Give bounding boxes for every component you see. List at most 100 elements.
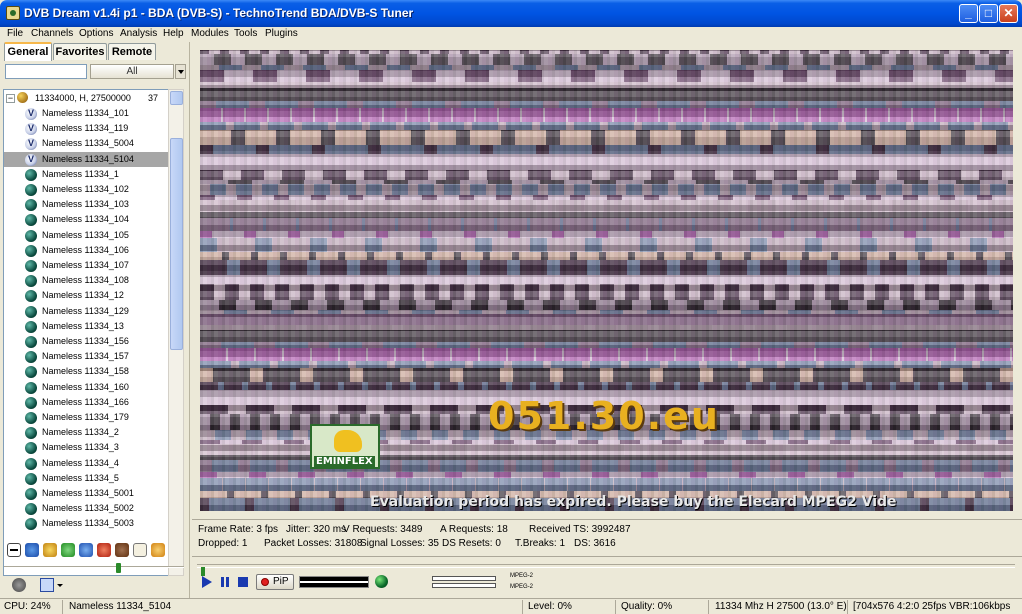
channel-list-item[interactable]: Nameless 11334_157: [4, 349, 170, 364]
seek-slider[interactable]: [197, 564, 1015, 576]
video-artifact-band: [200, 252, 1013, 260]
channel-list-item[interactable]: Nameless 11334_129: [4, 304, 170, 319]
channel-label: Nameless 11334_105: [42, 229, 129, 240]
status-quality: Quality: 0%: [621, 601, 673, 612]
menu-modules[interactable]: Modules: [191, 28, 229, 39]
scroll-thumb[interactable]: [170, 138, 183, 350]
menu-channels[interactable]: Channels: [31, 28, 73, 39]
menu-tools[interactable]: Tools: [234, 28, 257, 39]
globe-icon[interactable]: [375, 575, 388, 588]
video-artifact-band: [200, 472, 1013, 478]
channel-list-item[interactable]: Nameless 11334_160: [4, 380, 170, 395]
info-icon[interactable]: [25, 543, 39, 557]
video-artifact-band: [200, 108, 1013, 122]
channel-list-item[interactable]: Nameless 11334_107: [4, 258, 170, 273]
video-frame[interactable]: EMINFLEX 051.30.eu Evaluation period has…: [200, 50, 1013, 511]
tab-general[interactable]: General: [4, 42, 52, 61]
collapse-icon[interactable]: −: [6, 94, 15, 103]
chevron-down-icon[interactable]: [175, 64, 186, 79]
volume-slider[interactable]: [299, 576, 369, 588]
channel-list-item[interactable]: Nameless 11334_1: [4, 167, 170, 182]
channel-list-item[interactable]: Nameless 11334_5003: [4, 516, 170, 531]
channel-list-item[interactable]: Nameless 11334_119: [4, 121, 170, 136]
channel-list-item[interactable]: Nameless 11334_4: [4, 456, 170, 471]
channel-list-item[interactable]: Nameless 11334_5004: [4, 136, 170, 151]
tab-favorites[interactable]: Favorites: [53, 43, 107, 60]
channel-search-input[interactable]: [5, 64, 87, 79]
channel-list-item[interactable]: Nameless 11334_179: [4, 410, 170, 425]
tv-channel-icon: [25, 381, 37, 394]
stat-t-breaks: T.Breaks: 1: [515, 538, 566, 549]
tv-channel-icon: [25, 199, 37, 212]
elephant-logo-icon: [334, 430, 362, 452]
channel-list-item[interactable]: Nameless 11334_105: [4, 228, 170, 243]
speaker-icon[interactable]: [12, 578, 26, 592]
tv-channel-icon: [25, 351, 37, 364]
channel-list-item[interactable]: Nameless 11334_5002: [4, 501, 170, 516]
channel-list-item[interactable]: Nameless 11334_3: [4, 440, 170, 455]
video-area[interactable]: EMINFLEX 051.30.eu Evaluation period has…: [192, 42, 1022, 516]
play-icon[interactable]: [200, 575, 214, 589]
video-artifact-band: [200, 130, 1013, 145]
transponder-node[interactable]: − 11334000, H, 27500000 37: [4, 91, 170, 105]
channel-list-item[interactable]: Nameless 11334_5001: [4, 486, 170, 501]
scroll-up-icon[interactable]: [170, 91, 183, 105]
screen-icon[interactable]: [40, 578, 54, 592]
tv-channel-icon: [25, 290, 37, 303]
channel-list-item[interactable]: Nameless 11334_106: [4, 243, 170, 258]
epg-icon[interactable]: [115, 543, 129, 557]
menu-analysis[interactable]: Analysis: [120, 28, 157, 39]
folder-icon[interactable]: [151, 543, 165, 557]
slider-thumb[interactable]: [116, 563, 121, 573]
channel-list-item[interactable]: Nameless 11334_103: [4, 197, 170, 212]
close-button[interactable]: ✕: [999, 4, 1018, 23]
channel-label: Nameless 11334_101: [42, 108, 129, 118]
pause-icon[interactable]: [218, 575, 232, 589]
channel-count: 37: [148, 93, 159, 103]
channel-list-item[interactable]: Nameless 11334_5104: [4, 151, 170, 167]
stat-frame-rate: Frame Rate: 3 fps: [198, 524, 279, 535]
channel-list-item[interactable]: Nameless 11334_158: [4, 364, 170, 379]
menu-options[interactable]: Options: [79, 28, 113, 39]
channel-label: Nameless 11334_3: [42, 442, 119, 453]
favorite-icon[interactable]: [43, 543, 57, 557]
channel-list-item[interactable]: Nameless 11334_2: [4, 425, 170, 440]
channel-list-item[interactable]: Nameless 11334_166: [4, 395, 170, 410]
audio-codec-label: MPEG-2: [510, 584, 534, 590]
app-icon[interactable]: [6, 6, 20, 20]
channel-list-item[interactable]: Nameless 11334_13: [4, 319, 170, 334]
channel-list-item[interactable]: Nameless 11334_12: [4, 288, 170, 303]
document-icon[interactable]: [133, 543, 147, 557]
stop-icon[interactable]: [236, 575, 250, 589]
antenna-icon[interactable]: [79, 543, 93, 557]
channel-list-item[interactable]: Nameless 11334_101: [4, 106, 170, 121]
status-divider: [615, 600, 616, 614]
tab-remote[interactable]: Remote: [108, 43, 156, 60]
minus-icon[interactable]: [7, 543, 21, 557]
channel-label: Nameless 11334_5003: [42, 518, 134, 529]
channel-list-item[interactable]: Nameless 11334_102: [4, 182, 170, 197]
scan-icon[interactable]: [61, 543, 75, 557]
menu-help[interactable]: Help: [163, 28, 184, 39]
channel-tree[interactable]: − 11334000, H, 27500000 37 Nameless 1133…: [3, 89, 171, 576]
minimize-button[interactable]: _: [959, 4, 978, 23]
maximize-button[interactable]: □: [979, 4, 998, 23]
channel-tree-scrollbar[interactable]: [168, 89, 184, 576]
playback-bar: PiP MPEG-2 MPEG-2: [192, 556, 1022, 598]
pip-button[interactable]: PiP: [256, 574, 294, 590]
menu-file[interactable]: File: [7, 28, 23, 39]
channel-filter-select[interactable]: All: [90, 64, 174, 79]
stat-ds-resets: DS Resets: 0: [442, 538, 501, 549]
record-icon[interactable]: [97, 543, 111, 557]
channel-list-item[interactable]: Nameless 11334_156: [4, 334, 170, 349]
channel-list-item[interactable]: Nameless 11334_5: [4, 471, 170, 486]
channel-list-item[interactable]: Nameless 11334_104: [4, 212, 170, 227]
menu-plugins[interactable]: Plugins: [265, 28, 298, 39]
video-channel-icon: [25, 123, 37, 136]
channel-list-item[interactable]: Nameless 11334_108: [4, 273, 170, 288]
stat-jitter: Jitter: 320 ms: [286, 524, 347, 535]
channel-label: Nameless 11334_2: [42, 427, 119, 438]
slider-track[interactable]: [4, 566, 184, 568]
video-artifact-band: [200, 300, 1013, 310]
chevron-down-icon[interactable]: [56, 578, 64, 592]
